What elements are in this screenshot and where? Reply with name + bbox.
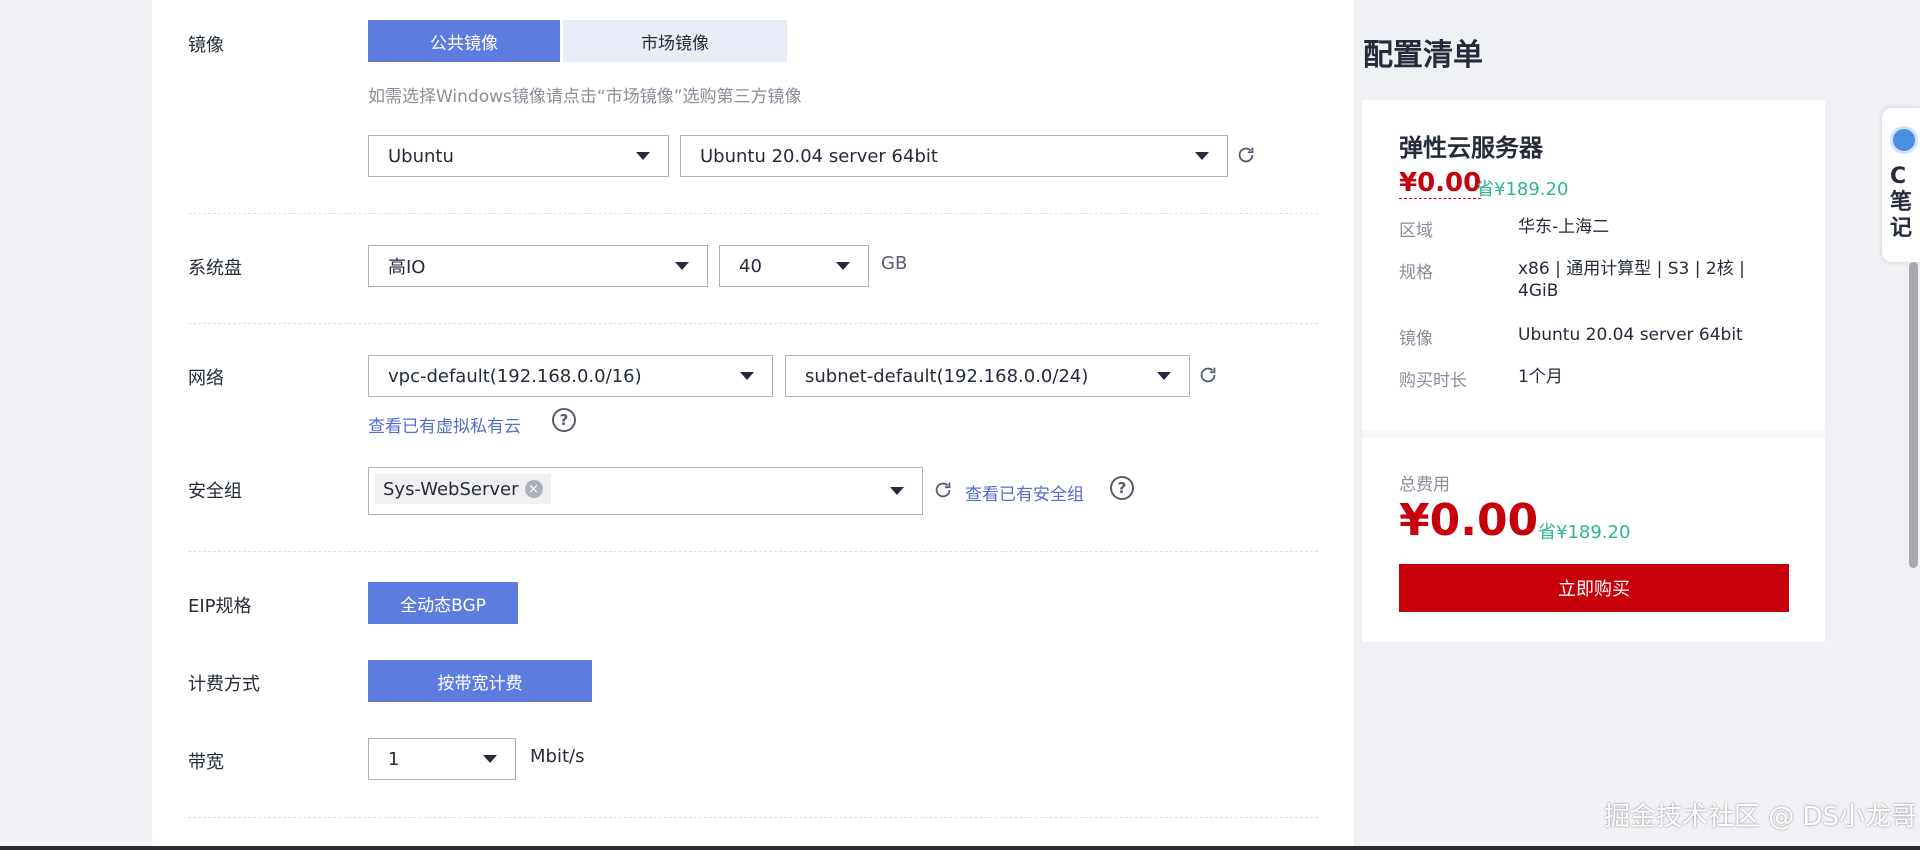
disk-type-value: 高IO (388, 257, 426, 278)
chevron-down-icon (636, 152, 650, 160)
divider (1362, 430, 1825, 438)
security-label: 安全组 (188, 481, 242, 502)
subnet-select-value: subnet-default(192.168.0.0/24) (805, 365, 1089, 387)
spec-value: x86 | 通用计算型 | S3 | 2核 | 4GiB (1518, 259, 1745, 301)
disk-unit: GB (881, 253, 908, 274)
image-label: 镜像 (188, 35, 224, 56)
disk-label: 系统盘 (188, 258, 242, 279)
spec-key: 区域 (1399, 221, 1433, 241)
summary-card: 弹性云服务器 ¥0.00 省¥189.20 区域 华东-上海二 规格 x86 |… (1362, 100, 1825, 642)
refresh-icon[interactable] (1197, 364, 1219, 386)
spec-value: 1个月 (1518, 367, 1563, 387)
divider (188, 817, 1318, 818)
chevron-down-icon (1195, 152, 1209, 160)
notes-widget[interactable]: C 笔记 (1882, 108, 1920, 262)
spec-key: 购买时长 (1399, 371, 1467, 391)
total-label: 总费用 (1399, 475, 1450, 495)
close-icon[interactable]: × (524, 480, 543, 498)
chevron-down-icon (675, 262, 689, 270)
product-save: 省¥189.20 (1476, 179, 1569, 200)
watermark: 掘金技术社区 @ DS小龙哥 (1604, 802, 1918, 832)
bandwidth-label: 带宽 (188, 752, 224, 773)
spec-key: 镜像 (1399, 329, 1433, 349)
security-group-select[interactable]: Sys-WebServer × (368, 467, 923, 515)
notes-letter: C (1890, 164, 1907, 189)
network-label: 网络 (188, 368, 224, 389)
version-select-value: Ubuntu 20.04 server 64bit (700, 145, 938, 167)
vpc-select[interactable]: vpc-default(192.168.0.0/16) (368, 355, 773, 397)
bandwidth-unit: Mbit/s (530, 746, 585, 767)
chevron-down-icon (890, 487, 904, 495)
tab-market-image[interactable]: 市场镜像 (563, 20, 787, 62)
divider (188, 213, 1318, 214)
product-name: 弹性云服务器 (1399, 134, 1543, 162)
spec-value: 华东-上海二 (1518, 217, 1610, 237)
total-price: ¥0.00 (1399, 495, 1539, 546)
product-price: ¥0.00 (1399, 168, 1482, 199)
divider (188, 551, 1318, 552)
tab-public-image[interactable]: 公共镜像 (368, 20, 560, 62)
config-form: 镜像 公共镜像 市场镜像 如需选择Windows镜像请点击“市场镜像”选购第三方… (152, 0, 1354, 850)
scrollbar[interactable] (1909, 262, 1918, 568)
help-icon[interactable]: ? (1110, 476, 1134, 500)
subnet-select[interactable]: subnet-default(192.168.0.0/24) (785, 355, 1190, 397)
chevron-down-icon (483, 755, 497, 763)
bottom-bar (0, 846, 1920, 850)
chevron-down-icon (740, 372, 754, 380)
view-security-group-link[interactable]: 查看已有安全组 (965, 480, 1084, 505)
refresh-icon[interactable] (932, 479, 954, 501)
divider (188, 323, 1318, 324)
version-select[interactable]: Ubuntu 20.04 server 64bit (680, 135, 1228, 177)
disk-size-value: 40 (739, 255, 762, 277)
billing-bandwidth-button[interactable]: 按带宽计费 (368, 660, 592, 702)
chevron-down-icon (836, 262, 850, 270)
vpc-select-value: vpc-default(192.168.0.0/16) (388, 365, 642, 387)
buy-now-button[interactable]: 立即购买 (1399, 564, 1789, 612)
summary-title: 配置清单 (1363, 38, 1483, 73)
bandwidth-value: 1 (388, 748, 400, 770)
disk-type-select[interactable]: 高IO (368, 245, 708, 287)
spec-key: 规格 (1399, 263, 1433, 283)
view-vpc-link[interactable]: 查看已有虚拟私有云 (368, 412, 521, 437)
notes-text: 笔记 (1890, 190, 1913, 241)
bandwidth-select[interactable]: 1 (368, 738, 516, 780)
eip-label: EIP规格 (188, 596, 252, 617)
total-save: 省¥189.20 (1538, 522, 1631, 543)
security-group-tag: Sys-WebServer × (375, 474, 551, 504)
refresh-icon[interactable] (1235, 144, 1257, 166)
os-select[interactable]: Ubuntu (368, 135, 669, 177)
disk-size-select[interactable]: 40 (719, 245, 869, 287)
spec-value: Ubuntu 20.04 server 64bit (1518, 325, 1743, 345)
eip-bgp-button[interactable]: 全动态BGP (368, 582, 518, 624)
os-select-value: Ubuntu (388, 145, 454, 167)
security-group-tag-label: Sys-WebServer (383, 478, 519, 500)
notes-icon (1890, 126, 1918, 154)
chevron-down-icon (1157, 372, 1171, 380)
image-hint: 如需选择Windows镜像请点击“市场镜像”选购第三方镜像 (368, 87, 802, 107)
billing-label: 计费方式 (188, 674, 260, 695)
help-icon[interactable]: ? (552, 408, 576, 432)
